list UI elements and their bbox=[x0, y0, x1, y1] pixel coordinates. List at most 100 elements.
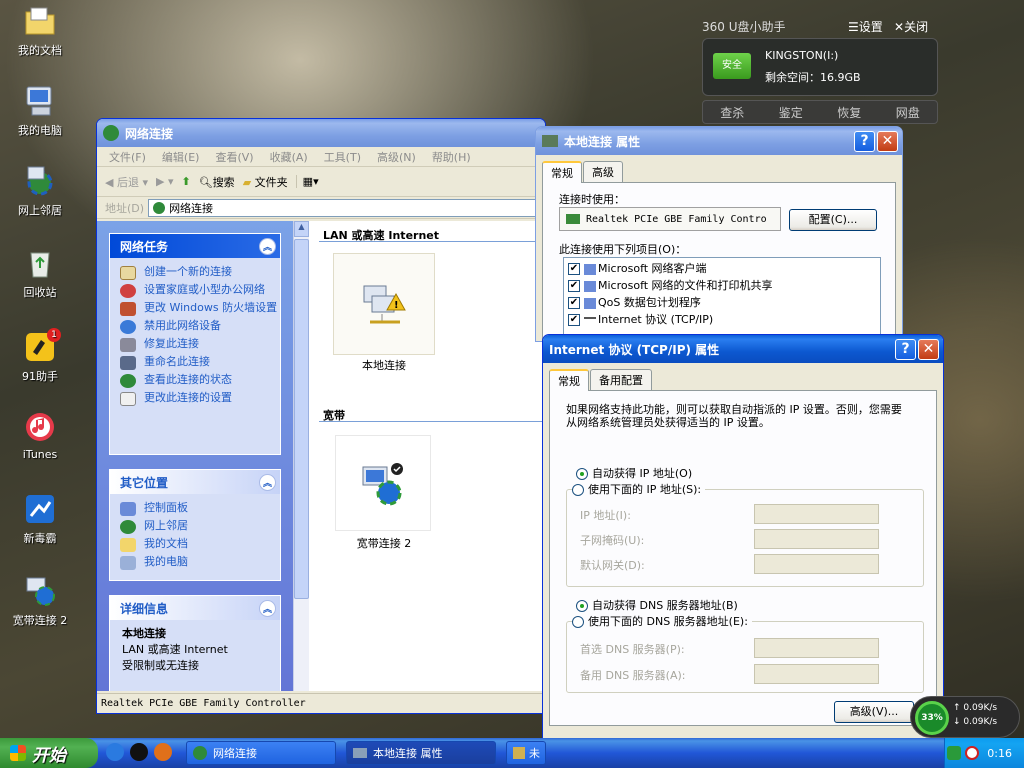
task-disable-device[interactable]: 禁用此网络设备 bbox=[110, 318, 280, 336]
tab-general[interactable]: 常规 bbox=[549, 369, 589, 391]
network-speed-widget[interactable]: 33% ↑ 0.09K/s ↓ 0.09K/s bbox=[910, 696, 1020, 738]
manual-ip-radio[interactable]: 使用下面的 IP 地址(S): bbox=[572, 481, 706, 497]
collapse-icon[interactable]: ︽ bbox=[259, 237, 276, 255]
adapter-field: Realtek PCIe GBE Family Contro bbox=[559, 207, 781, 231]
action-identify[interactable]: 鉴定 bbox=[779, 104, 803, 121]
taskbar: 开始 网络连接 本地连接 属性 未 0:16 bbox=[0, 738, 1024, 768]
tcpip-titlebar[interactable]: Internet 协议 (TCP/IP) 属性 ? ✕ bbox=[543, 335, 943, 363]
action-restore[interactable]: 恢复 bbox=[837, 104, 861, 121]
help-button[interactable]: ? bbox=[895, 338, 916, 360]
radio-selected[interactable] bbox=[576, 600, 588, 612]
desktop-icon-my-documents[interactable]: 我的文档 bbox=[0, 4, 80, 58]
place-my-documents[interactable]: 我的文档 bbox=[110, 536, 280, 554]
lan-connection-tile[interactable]: ! bbox=[333, 253, 435, 355]
widget-settings-button[interactable]: ☰设置 bbox=[848, 18, 883, 35]
address-field[interactable]: 网络连接 bbox=[148, 198, 545, 217]
broadband-connection-tile[interactable] bbox=[335, 435, 431, 531]
configure-button[interactable]: 配置(C)... bbox=[789, 209, 877, 231]
list-item[interactable]: ✔ Microsoft 网络客户端 bbox=[568, 260, 876, 277]
desktop-icon-recycle-bin[interactable]: 回收站 bbox=[0, 246, 80, 300]
gateway-label: 默认网关(D): bbox=[580, 559, 645, 572]
menu-help[interactable]: 帮助(H) bbox=[424, 149, 479, 165]
collapse-icon[interactable]: ︽ bbox=[259, 473, 276, 491]
search-button[interactable]: 🔍︎搜索 bbox=[199, 174, 235, 190]
radio-selected[interactable] bbox=[576, 468, 588, 480]
place-control-panel[interactable]: 控制面板 bbox=[110, 500, 280, 518]
network-disconnected-icon[interactable] bbox=[965, 746, 980, 760]
advanced-button[interactable]: 高级(V)... bbox=[834, 701, 914, 723]
place-network[interactable]: 网上邻居 bbox=[110, 518, 280, 536]
back-button[interactable]: ◀ 后退 ▾ bbox=[105, 174, 148, 190]
desktop-icon-my-computer[interactable]: 我的电脑 bbox=[0, 84, 80, 138]
shield-icon[interactable] bbox=[947, 746, 962, 760]
collapse-icon[interactable]: ︽ bbox=[259, 599, 276, 617]
scroll-thumb[interactable] bbox=[294, 239, 309, 599]
start-button[interactable]: 开始 bbox=[0, 738, 98, 768]
ie-icon[interactable] bbox=[106, 743, 124, 761]
up-folder-icon[interactable]: ⬆ bbox=[182, 175, 191, 188]
network-warning-icon: ! bbox=[363, 285, 406, 324]
other-places-header[interactable]: 其它位置 ︽ bbox=[110, 470, 280, 494]
client-icon bbox=[584, 263, 596, 275]
menu-file[interactable]: 文件(F) bbox=[101, 149, 154, 165]
task-local-connection-properties[interactable]: 本地连接 属性 bbox=[346, 741, 496, 765]
views-button[interactable]: ▦▾ bbox=[295, 175, 319, 188]
properties-titlebar[interactable]: 本地连接 属性 ? ✕ bbox=[536, 127, 902, 155]
desktop-icon-91-assistant[interactable]: 1 91助手 bbox=[0, 328, 80, 384]
task-firewall[interactable]: 更改 Windows 防火墙设置 bbox=[110, 300, 280, 318]
radio-unselected[interactable] bbox=[572, 484, 584, 496]
checkbox-checked[interactable]: ✔ bbox=[568, 314, 580, 326]
task-pane-scrollbar[interactable]: ▲ bbox=[293, 221, 309, 691]
radio-unselected[interactable] bbox=[572, 616, 584, 628]
menu-view[interactable]: 查看(V) bbox=[207, 149, 261, 165]
auto-dns-radio[interactable]: 自动获得 DNS 服务器地址(B) bbox=[576, 597, 738, 613]
task-view-status[interactable]: 查看此连接的状态 bbox=[110, 372, 280, 390]
checkbox-checked[interactable]: ✔ bbox=[568, 297, 580, 309]
folders-button[interactable]: ▰ 文件夹 bbox=[243, 174, 288, 190]
list-item[interactable]: ✔ QoS 数据包计划程序 bbox=[568, 294, 876, 311]
safe-badge: 安全 bbox=[713, 53, 751, 79]
widget-close-button[interactable]: ✕关闭 bbox=[894, 18, 928, 35]
menu-edit[interactable]: 编辑(E) bbox=[154, 149, 208, 165]
tab-advanced[interactable]: 高级 bbox=[583, 161, 623, 182]
task-network-connections[interactable]: 网络连接 bbox=[186, 741, 336, 765]
network-tasks-header[interactable]: 网络任务 ︽ bbox=[110, 234, 280, 258]
checkbox-checked[interactable]: ✔ bbox=[568, 263, 580, 275]
menu-favorites[interactable]: 收藏(A) bbox=[262, 149, 316, 165]
close-button[interactable]: ✕ bbox=[918, 338, 939, 360]
details-header[interactable]: 详细信息 ︽ bbox=[110, 596, 280, 620]
checkbox-checked[interactable]: ✔ bbox=[568, 280, 580, 292]
task-change-settings[interactable]: 更改此连接的设置 bbox=[110, 390, 280, 408]
broadband-connection-label: 宽带连接 2 bbox=[356, 537, 412, 550]
task-rename[interactable]: 重命名此连接 bbox=[110, 354, 280, 372]
action-scan[interactable]: 查杀 bbox=[720, 104, 744, 121]
scroll-up-icon[interactable]: ▲ bbox=[294, 221, 309, 237]
forward-button[interactable]: ▶ ▾ bbox=[156, 175, 174, 188]
close-button[interactable]: ✕ bbox=[877, 130, 898, 152]
desktop-icon-network-places[interactable]: 网上邻居 bbox=[0, 164, 80, 218]
desktop-icon-duba[interactable]: 新毒霸 bbox=[0, 492, 80, 546]
clock[interactable]: 0:16 bbox=[987, 747, 1012, 760]
help-button[interactable]: ? bbox=[854, 130, 875, 152]
gateway-field bbox=[754, 554, 879, 574]
task-home-network[interactable]: 设置家庭或小型办公网络 bbox=[110, 282, 280, 300]
task-create-connection[interactable]: 创建一个新的连接 bbox=[110, 264, 280, 282]
manual-dns-radio[interactable]: 使用下面的 DNS 服务器地址(E): bbox=[572, 613, 752, 629]
explorer-titlebar[interactable]: 网络连接 bbox=[97, 119, 545, 147]
menu-advanced[interactable]: 高级(N) bbox=[369, 149, 424, 165]
action-netdisk[interactable]: 网盘 bbox=[896, 104, 920, 121]
qq-icon[interactable] bbox=[130, 743, 148, 761]
tab-alternate-config[interactable]: 备用配置 bbox=[590, 369, 652, 390]
task-untitled[interactable]: 未 bbox=[506, 741, 546, 765]
task-repair[interactable]: 修复此连接 bbox=[110, 336, 280, 354]
desktop-icon-itunes[interactable]: iTunes bbox=[0, 410, 80, 461]
desktop-icon-broadband-2[interactable]: 宽带连接 2 bbox=[0, 574, 80, 628]
list-item[interactable]: ✔ Microsoft 网络的文件和打印机共享 bbox=[568, 277, 876, 294]
tab-general[interactable]: 常规 bbox=[542, 161, 582, 183]
list-item[interactable]: ✔ Internet 协议 (TCP/IP) bbox=[568, 311, 876, 328]
computer-icon bbox=[23, 84, 57, 118]
menu-tools[interactable]: 工具(T) bbox=[316, 149, 369, 165]
auto-ip-radio[interactable]: 自动获得 IP 地址(O) bbox=[576, 465, 692, 481]
place-my-computer[interactable]: 我的电脑 bbox=[110, 554, 280, 572]
firefox-icon[interactable] bbox=[154, 743, 172, 761]
